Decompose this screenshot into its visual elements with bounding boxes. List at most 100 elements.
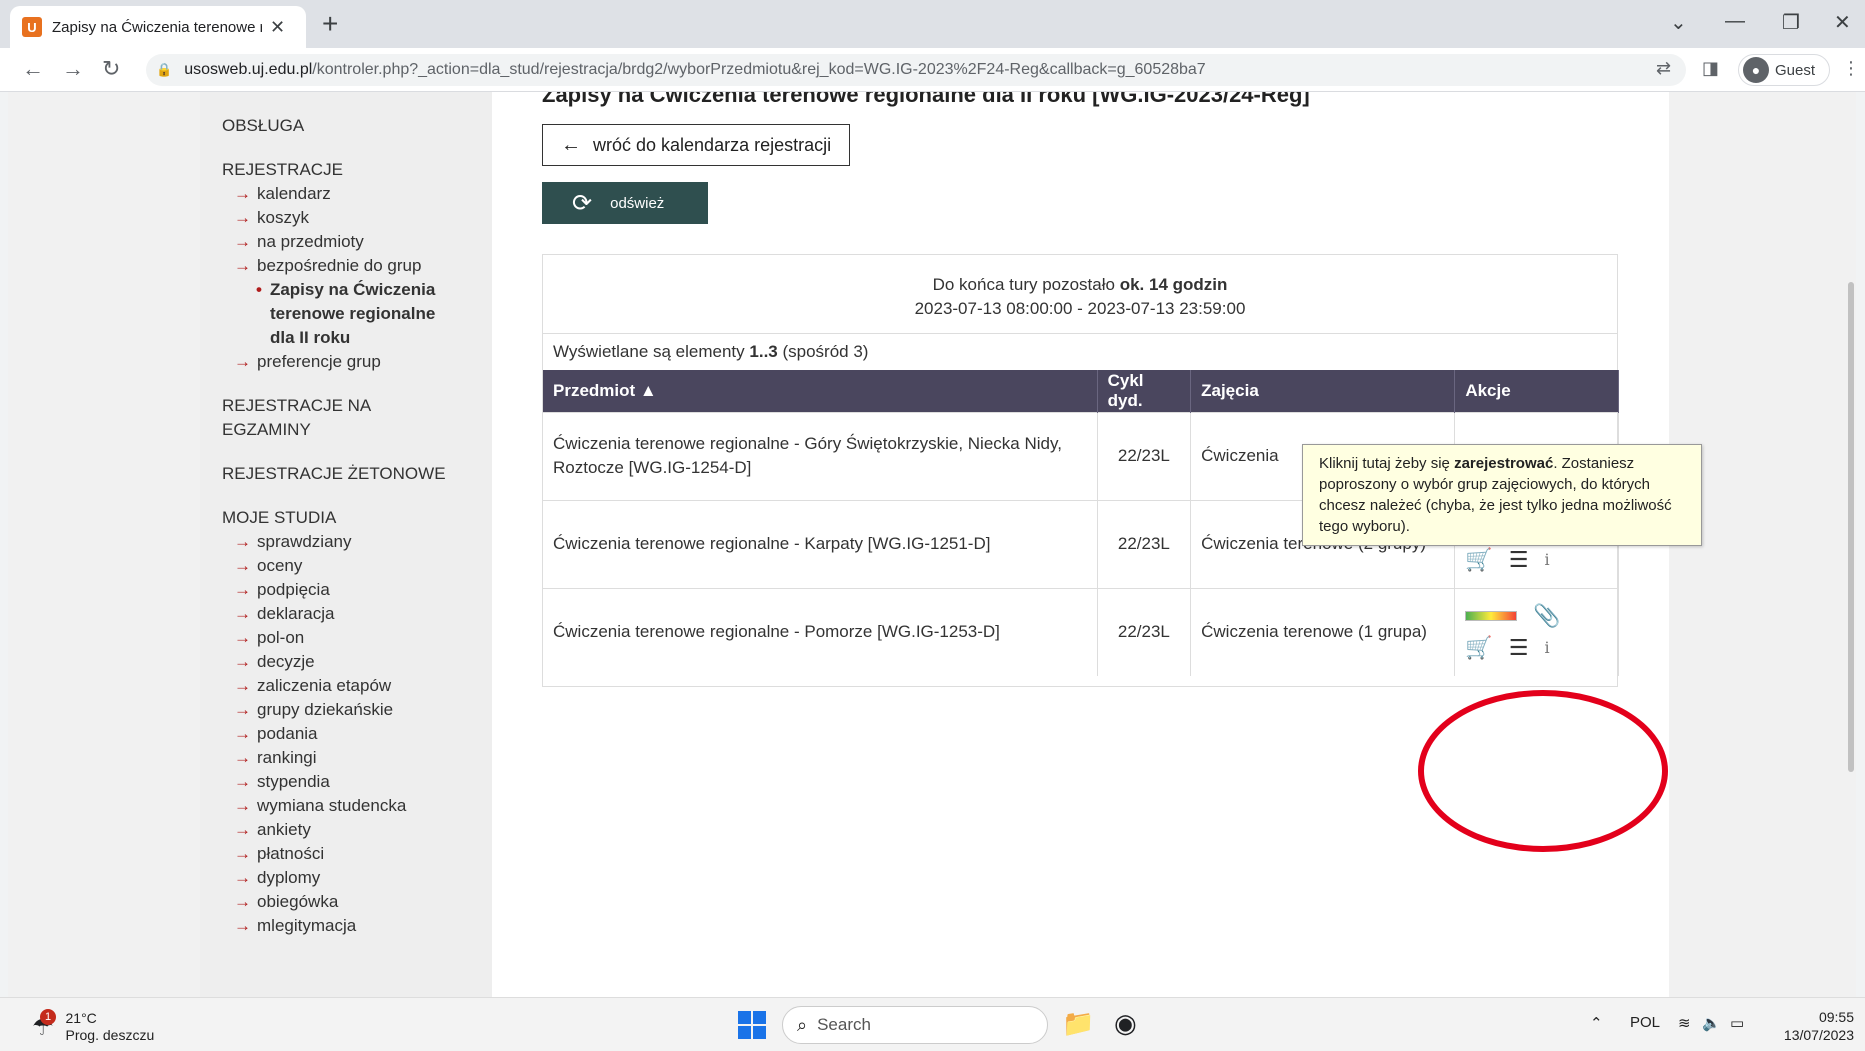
language-indicator[interactable]: POL <box>1630 1014 1660 1031</box>
sidebar-item-studia[interactable]: → sprawdziany <box>222 530 492 554</box>
browser-tab[interactable]: U Zapisy na Ćwiczenia terenowe re ✕ <box>10 6 306 48</box>
scrollbar-thumb[interactable] <box>1848 282 1854 772</box>
profile-icon: ● <box>1743 57 1769 83</box>
taskbar: ☂ 1 21°C Prog. deszczu ⌕ Search 📁 ◉ ⌃ POL ≋… <box>0 997 1865 1051</box>
subject-cell[interactable]: Ćwiczenia terenowe regionalne - Pomorze … <box>543 587 1098 676</box>
sidebar-item-na-przedmioty[interactable]: → na przedmioty <box>222 230 492 254</box>
sidebar-section-obsluga[interactable]: OBSŁUGA <box>222 114 492 138</box>
wifi-icon[interactable]: ≋ <box>1678 1014 1691 1032</box>
popularity-meter-icon <box>1465 611 1518 622</box>
menu-icon[interactable]: ⋮ <box>1842 58 1860 79</box>
back-to-calendar-button[interactable]: ← wróć do kalendarza rejestracji <box>542 124 851 166</box>
time-remaining: Do końca tury pozostało ok. 14 godzin 20… <box>543 255 1617 334</box>
cart-icon[interactable]: 🛒 <box>1465 636 1492 660</box>
sidebar-item-active[interactable]: • Zapisy na Ćwiczenia terenowe regionalne… <box>222 278 452 350</box>
sidebar-item-studia[interactable]: → zaliczenia etapów <box>222 674 492 698</box>
subject-cell[interactable]: Ćwiczenia terenowe regionalne - Karpaty … <box>543 499 1098 588</box>
registration-range: 2023-07-13 08:00:00 - 2023-07-13 23:59:0… <box>914 299 1246 318</box>
chevron-up-icon[interactable]: ⌃ <box>1590 1014 1603 1032</box>
sidebar-item-studia[interactable]: → wymiana studencka <box>222 794 492 818</box>
taskbar-search[interactable]: ⌕ Search <box>782 1006 1048 1044</box>
translate-icon[interactable]: ⇄ <box>1656 58 1671 79</box>
sidebar-item-kalendarz[interactable]: → kalendarz <box>222 182 492 206</box>
sidebar-item-studia[interactable]: → deklaracja <box>222 602 492 626</box>
sidebar-item-studia[interactable]: → pol-on <box>222 626 492 650</box>
cycle-cell: 22/23L <box>1097 499 1192 588</box>
back-arrow-icon[interactable]: ← <box>22 56 44 82</box>
close-window-button[interactable]: ✕ <box>1834 10 1851 35</box>
favicon-icon: U <box>22 17 42 37</box>
annotation-circle <box>1418 690 1668 852</box>
sidebar-item-studia[interactable]: → dyplomy <box>222 866 492 890</box>
moje-studia-list: → sprawdziany → oceny → podpięcia → deklaracja →… <box>222 530 492 938</box>
sidebar-section-zetonowe[interactable]: REJESTRACJE ŻETONOWE <box>222 462 492 486</box>
sidebar-section-rejestracje[interactable]: REJESTRACJE <box>222 158 492 182</box>
tab-title: Zapisy na Ćwiczenia terenowe re <box>52 18 262 36</box>
file-explorer-icon[interactable]: 📁 <box>1062 1008 1094 1039</box>
cart-icon[interactable]: 🛒 <box>1465 548 1492 572</box>
sidebar-section-moje-studia[interactable]: MOJE STUDIA <box>222 506 492 530</box>
table-row: Ćwiczenia terenowe regionalne - Pomorze … <box>543 587 1619 676</box>
list-icon[interactable]: ☰ <box>1509 548 1529 572</box>
scrollbar[interactable] <box>1846 92 1856 997</box>
address-bar[interactable]: 🔒 usosweb.uj.edu.pl/kontroler.php?_actio… <box>146 54 1686 86</box>
column-header-actions: Akcje <box>1454 370 1619 412</box>
info-icon[interactable]: i <box>1544 548 1549 572</box>
page-title: Zapisy na Cwiczenia terenowe regionalne … <box>542 92 1310 107</box>
sidebar-item-studia[interactable]: → podania <box>222 722 492 746</box>
close-tab-icon[interactable]: ✕ <box>270 17 285 38</box>
cycle-cell: 22/23L <box>1097 411 1192 500</box>
weather-badge: 1 <box>40 1008 56 1025</box>
browser-toolbar: ← → ↻ 🔒 usosweb.uj.edu.pl/kontroler.php?… <box>0 48 1865 92</box>
classes-cell: Ćwiczenia terenowe (1 grupa) <box>1190 587 1456 676</box>
column-header-classes[interactable]: Zajęcia <box>1190 370 1456 412</box>
column-header-cycle[interactable]: Cykl dyd. <box>1097 370 1192 412</box>
main-content: Zapisy na Cwiczenia terenowe regionalne … <box>542 92 1622 687</box>
sidebar-item-studia[interactable]: → grupy dziekańskie <box>222 698 492 722</box>
sidebar-item-koszyk[interactable]: → koszyk <box>222 206 492 230</box>
clock[interactable]: 09:55 13/07/2023 <box>1776 1008 1854 1044</box>
tab-search-icon[interactable]: ⌄ <box>1670 10 1687 35</box>
items-count: Wyświetlane są elementy 1..3 (spośród 3) <box>553 342 869 361</box>
sidepanel-icon[interactable]: ◨ <box>1702 58 1719 79</box>
subject-cell[interactable]: Ćwiczenia terenowe regionalne - Góry Świ… <box>543 411 1098 500</box>
profile-button[interactable]: ● Guest <box>1738 54 1831 86</box>
rain-icon: ☂ 1 <box>32 1008 56 1042</box>
weather-widget[interactable]: ☂ 1 21°C Prog. deszczu <box>32 1008 154 1044</box>
sidebar-item-studia[interactable]: → decyzje <box>222 650 492 674</box>
cycle-cell: 22/23L <box>1097 587 1192 676</box>
forward-arrow-icon[interactable]: → <box>62 56 84 82</box>
refresh-button[interactable]: ⟳ odśwież <box>542 182 708 224</box>
lock-icon[interactable]: 🔒 <box>156 62 172 78</box>
refresh-icon: ⟳ <box>572 189 593 217</box>
sidebar-item-studia[interactable]: → oceny <box>222 554 492 578</box>
battery-icon[interactable]: ▭ <box>1730 1014 1744 1032</box>
browser-tabbar: U Zapisy na Ćwiczenia terenowe re ✕ + ⌄ … <box>0 0 1865 48</box>
sidebar-item-studia[interactable]: → mlegitymacja <box>222 914 492 938</box>
sidebar-item-studia[interactable]: → stypendia <box>222 770 492 794</box>
actions-cell: 📎 🛒 ☰ i <box>1454 587 1619 676</box>
sidebar-item-studia[interactable]: → ankiety <box>222 818 492 842</box>
new-tab-button[interactable]: + <box>322 8 338 40</box>
sidebar-item-preferencje[interactable]: → preferencje grup <box>222 350 492 374</box>
list-icon[interactable]: ☰ <box>1509 636 1529 660</box>
chrome-icon[interactable]: ◉ <box>1114 1008 1137 1039</box>
sidebar-item-studia[interactable]: → podpięcia <box>222 578 492 602</box>
register-tooltip: Kliknij tutaj żeby się zarejestrować. Zo… <box>1302 444 1702 546</box>
restore-button[interactable]: ❐ <box>1782 10 1800 35</box>
start-button[interactable] <box>738 1011 766 1039</box>
volume-icon[interactable]: 🔈 <box>1702 1014 1721 1032</box>
sidebar-section-egzaminy[interactable]: REJESTRACJE NA EGZAMINY <box>222 394 442 442</box>
left-arrow-icon: ← <box>561 133 581 156</box>
sidebar-item-bezposrednie[interactable]: → bezpośrednie do grup <box>222 254 492 278</box>
sidebar-item-studia[interactable]: → płatności <box>222 842 492 866</box>
info-icon[interactable]: i <box>1544 636 1549 660</box>
reload-icon[interactable]: ↻ <box>102 56 120 82</box>
url-text: usosweb.uj.edu.pl/kontroler.php?_action=… <box>184 61 1206 78</box>
sidebar-item-studia[interactable]: → obiegówka <box>222 890 492 914</box>
paperclip-icon[interactable]: 📎 <box>1533 604 1560 628</box>
column-header-subject[interactable]: Przedmiot ▲ <box>543 370 1098 412</box>
sidebar-item-studia[interactable]: → rankingi <box>222 746 492 770</box>
minimize-button[interactable]: — <box>1725 10 1745 33</box>
sidebar: OBSŁUGA REJESTRACJE → kalendarz → koszyk →… <box>200 92 492 997</box>
